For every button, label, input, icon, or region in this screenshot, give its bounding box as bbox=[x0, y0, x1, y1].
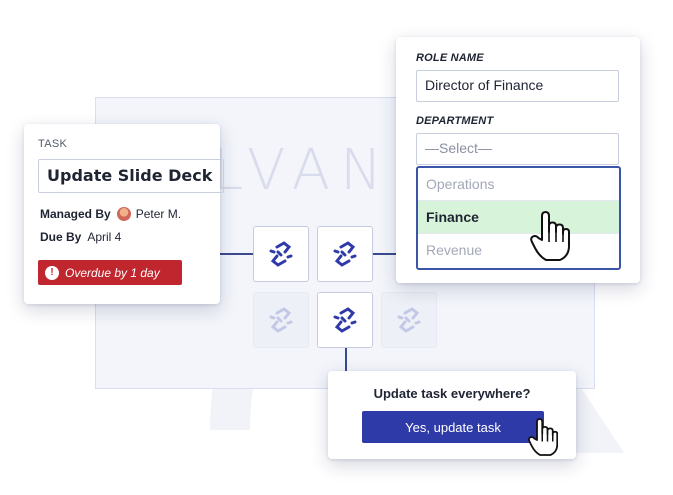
role-card: ROLE NAME Director of Finance DEPARTMENT… bbox=[396, 37, 640, 283]
dropdown-option-revenue[interactable]: Revenue bbox=[418, 234, 619, 267]
overdue-text: Overdue by 1 day bbox=[65, 265, 160, 280]
connector-task-to-tile bbox=[220, 253, 253, 255]
broken-link-icon bbox=[397, 307, 421, 333]
broken-link-icon bbox=[269, 241, 293, 267]
dropdown-option-operations[interactable]: Operations bbox=[418, 168, 619, 201]
dropdown-option-finance[interactable]: Finance bbox=[418, 201, 619, 234]
broken-link-icon bbox=[333, 241, 357, 267]
broken-link-icon bbox=[333, 307, 357, 333]
connector-tile-to-role bbox=[373, 253, 397, 255]
due-by-value[interactable]: April 4 bbox=[87, 230, 121, 244]
task-label: TASK bbox=[38, 138, 68, 150]
department-dropdown: Operations Finance Revenue bbox=[416, 166, 621, 270]
department-label: DEPARTMENT bbox=[416, 115, 494, 127]
workflow-tile[interactable] bbox=[317, 292, 373, 348]
role-name-input[interactable]: Director of Finance bbox=[416, 70, 619, 102]
role-name-label: ROLE NAME bbox=[416, 52, 484, 64]
workflow-tile[interactable] bbox=[317, 226, 373, 282]
hand-pointer-icon bbox=[530, 211, 570, 261]
managed-by-value[interactable]: Peter M. bbox=[136, 207, 181, 221]
overdue-badge: ! Overdue by 1 day bbox=[38, 260, 182, 285]
warning-icon: ! bbox=[45, 265, 59, 280]
avatar bbox=[116, 207, 131, 221]
brand-watermark: LVAN bbox=[212, 138, 392, 203]
workflow-tile-ghost bbox=[381, 292, 437, 348]
department-select[interactable]: —Select— bbox=[416, 133, 619, 165]
task-title-field[interactable]: Update Slide Deck bbox=[38, 159, 224, 193]
hand-pointer-icon bbox=[528, 418, 558, 456]
managed-by-label: Managed By bbox=[40, 207, 111, 221]
due-by-label: Due By bbox=[40, 230, 82, 244]
confirm-question: Update task everywhere? bbox=[373, 386, 531, 401]
broken-link-icon bbox=[269, 307, 293, 333]
managed-by-row: Managed By Peter M. bbox=[40, 207, 181, 221]
due-by-row: Due By April 4 bbox=[40, 230, 121, 244]
workflow-tile[interactable] bbox=[253, 226, 309, 282]
confirm-update-button[interactable]: Yes, update task bbox=[362, 411, 544, 443]
workflow-tile-ghost bbox=[253, 292, 309, 348]
connector-tile-to-confirm bbox=[345, 347, 347, 371]
task-card[interactable]: TASK Update Slide Deck Managed By Peter … bbox=[24, 124, 224, 304]
